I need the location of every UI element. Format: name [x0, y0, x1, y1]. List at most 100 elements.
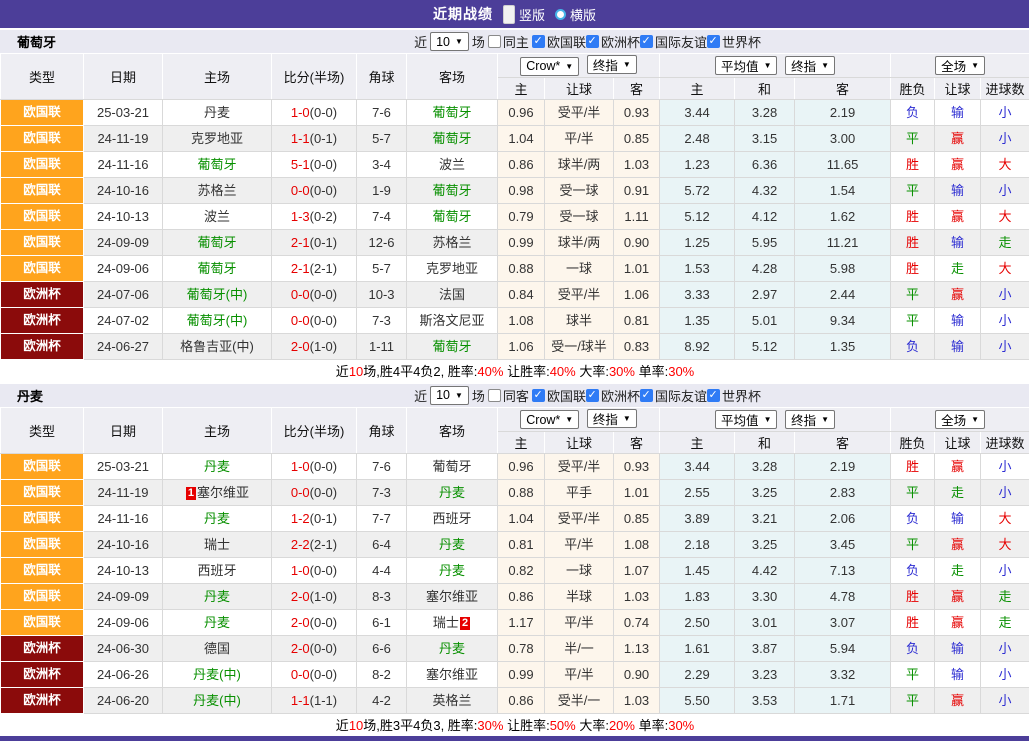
radio-selected-icon[interactable] [503, 5, 515, 24]
home-team: 葡萄牙(中) [163, 282, 272, 308]
league-checkbox-国际友谊[interactable]: 国际友谊 [640, 32, 707, 51]
avg-draw: 3.23 [735, 661, 795, 687]
corner-score: 7-7 [357, 505, 407, 531]
summary-segment: 让胜率: [503, 364, 549, 379]
layout-radio-horizontal[interactable]: 横版 [555, 5, 596, 24]
league-badge: 欧国联 [1, 256, 84, 282]
checkbox-icon[interactable] [488, 389, 501, 402]
avg-stage-select[interactable]: 终指▼ [785, 410, 835, 429]
away-team-name: 克罗地亚 [426, 261, 478, 276]
checkbox-icon[interactable] [707, 389, 720, 402]
result-outcome: 平 [891, 479, 935, 505]
score: 5-1(0-0) [272, 152, 357, 178]
chevron-down-icon: ▼ [565, 415, 573, 424]
away-team-name: 葡萄牙 [432, 339, 471, 354]
match-date: 25-03-21 [84, 100, 163, 126]
avg-away: 7.13 [795, 557, 891, 583]
col-home: 主场 [163, 407, 272, 453]
fulltime-score: 1-1 [291, 131, 310, 146]
match-date: 24-07-02 [84, 308, 163, 334]
away-team: 西班牙 [407, 505, 498, 531]
same-venue-checkbox[interactable]: 同主 [488, 32, 529, 51]
score: 1-0(0-0) [272, 453, 357, 479]
league-badge: 欧洲杯 [1, 308, 84, 334]
matches-count-select[interactable]: 10▼ [430, 386, 469, 405]
scope-select[interactable]: 全场▼ [935, 56, 985, 75]
league-badge: 欧国联 [1, 100, 84, 126]
league-badge: 欧国联 [1, 453, 84, 479]
odds-home: 0.79 [498, 204, 545, 230]
home-team: 苏格兰 [163, 178, 272, 204]
avg-home: 2.18 [660, 531, 735, 557]
away-team-name: 苏格兰 [432, 235, 471, 250]
odds-away: 1.08 [614, 531, 660, 557]
avg-group-header: 平均值▼ 终指▼ [660, 407, 891, 431]
score: 1-1(0-1) [272, 126, 357, 152]
avg-select[interactable]: 平均值▼ [715, 56, 777, 75]
same-venue-checkbox[interactable]: 同客 [488, 386, 529, 405]
match-date: 24-09-06 [84, 609, 163, 635]
odds-home: 1.08 [498, 308, 545, 334]
league-badge: 欧国联 [1, 531, 84, 557]
radio-unselected-icon[interactable] [555, 9, 566, 20]
league-checkbox-欧洲杯[interactable]: 欧洲杯 [586, 386, 640, 405]
score: 1-1(1-1) [272, 687, 357, 713]
away-team-name: 英格兰 [432, 693, 471, 708]
away-team: 丹麦 [407, 479, 498, 505]
result-outcome: 负 [891, 557, 935, 583]
league-checkbox-label: 欧洲杯 [601, 32, 640, 51]
checkbox-icon[interactable] [532, 35, 545, 48]
result-outcome: 负 [891, 100, 935, 126]
filter-games-label: 场 [472, 386, 485, 405]
sub-col-header: 客 [614, 78, 660, 100]
bookmaker-select[interactable]: Crow*▼ [520, 57, 579, 76]
league-checkbox-欧国联[interactable]: 欧国联 [532, 32, 586, 51]
result-goals: 小 [981, 100, 1029, 126]
scope-select[interactable]: 全场▼ [935, 410, 985, 429]
chevron-down-icon: ▼ [455, 391, 463, 400]
fulltime-score: 2-1 [291, 261, 310, 276]
league-checkbox-世界杯[interactable]: 世界杯 [707, 386, 761, 405]
checkbox-icon[interactable] [532, 389, 545, 402]
odds-away: 0.93 [614, 453, 660, 479]
checkbox-icon[interactable] [640, 35, 653, 48]
avg-draw: 5.01 [735, 308, 795, 334]
league-checkbox-世界杯[interactable]: 世界杯 [707, 32, 761, 51]
result-outcome: 胜 [891, 256, 935, 282]
away-team: 葡萄牙 [407, 100, 498, 126]
avg-select[interactable]: 平均值▼ [715, 410, 777, 429]
checkbox-icon[interactable] [586, 389, 599, 402]
odds-group-header: Crow*▼ 终指▼ [498, 407, 660, 431]
checkbox-icon[interactable] [640, 389, 653, 402]
avg-stage-select[interactable]: 终指▼ [785, 56, 835, 75]
odds-home: 0.96 [498, 100, 545, 126]
avg-home: 1.23 [660, 152, 735, 178]
league-checkbox-欧国联[interactable]: 欧国联 [532, 386, 586, 405]
home-team-name: 丹麦(中) [193, 693, 241, 708]
league-checkbox-国际友谊[interactable]: 国际友谊 [640, 386, 707, 405]
avg-away: 3.00 [795, 126, 891, 152]
bookmaker-select[interactable]: Crow*▼ [520, 410, 579, 429]
result-goals: 走 [981, 609, 1029, 635]
corner-score: 5-7 [357, 126, 407, 152]
layout-radio-vertical[interactable]: 竖版 [503, 5, 545, 24]
home-team: 瑞士 [163, 531, 272, 557]
odds-handicap: 受平/半 [545, 505, 614, 531]
match-row: 欧国联24-10-13波兰1-3(0-2)7-4葡萄牙0.79受一球1.115.… [1, 204, 1029, 230]
halftime-score: (0-0) [310, 313, 337, 328]
checkbox-icon[interactable] [707, 35, 720, 48]
checkbox-icon[interactable] [488, 35, 501, 48]
avg-away: 3.07 [795, 609, 891, 635]
home-team: 葡萄牙 [163, 230, 272, 256]
home-team-name: 瑞士 [204, 537, 230, 552]
odds-stage-select[interactable]: 终指▼ [587, 409, 637, 428]
matches-count-select[interactable]: 10▼ [430, 32, 469, 51]
home-team: 西班牙 [163, 557, 272, 583]
fulltime-score: 0-0 [291, 667, 310, 682]
result-goals: 小 [981, 479, 1029, 505]
checkbox-icon[interactable] [586, 35, 599, 48]
league-checkbox-欧洲杯[interactable]: 欧洲杯 [586, 32, 640, 51]
odds-stage-select[interactable]: 终指▼ [587, 55, 637, 74]
odds-handicap: 平手 [545, 479, 614, 505]
halftime-score: (1-1) [310, 693, 337, 708]
